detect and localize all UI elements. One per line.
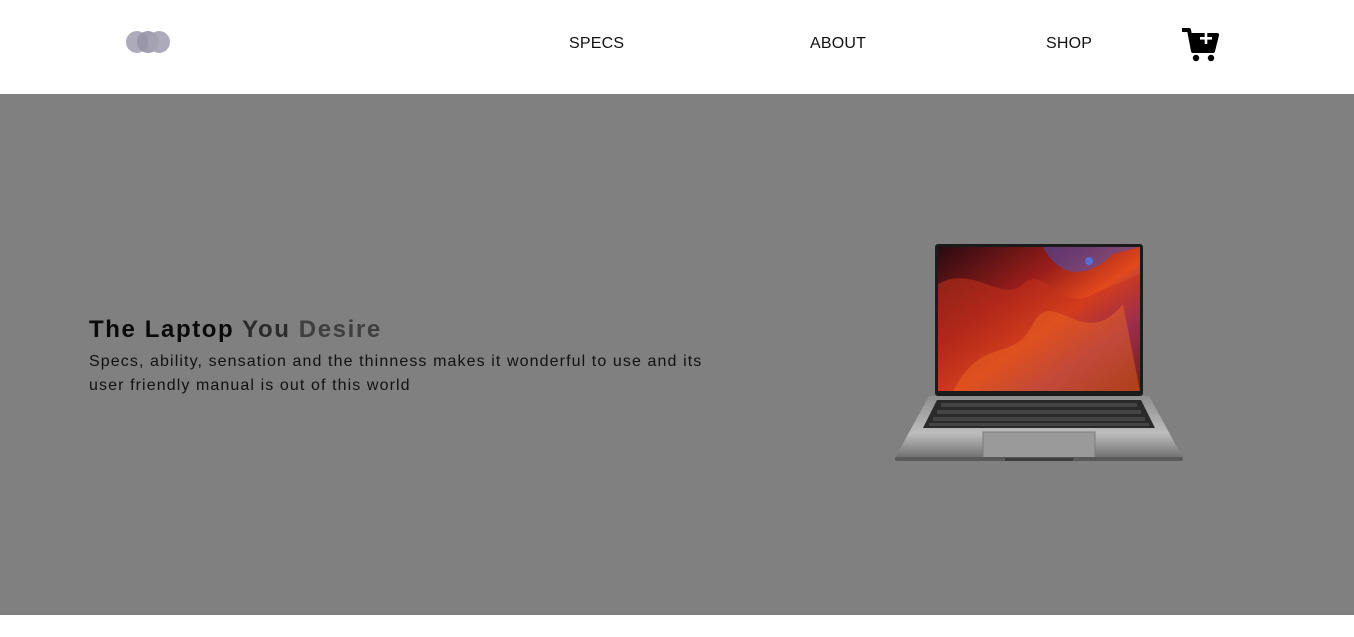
cart-icon[interactable] xyxy=(1181,27,1219,63)
logo[interactable] xyxy=(126,31,172,55)
laptop-image xyxy=(893,244,1185,464)
logo-circle xyxy=(148,31,170,53)
hero-title-part: The Laptop xyxy=(89,316,243,343)
hero-section: The Laptop You Desire Specs, ability, se… xyxy=(0,94,1354,615)
nav-link-shop[interactable]: SHOP xyxy=(1046,35,1092,53)
hero-title-part: Desire xyxy=(298,316,382,343)
nav-link-specs[interactable]: SPECS xyxy=(569,35,624,53)
hero-description: Specs, ability, sensation and the thinne… xyxy=(89,353,703,394)
top-navbar: SPECS ABOUT SHOP xyxy=(0,0,1354,94)
hero-title-part: You xyxy=(242,316,299,343)
hero-title: The Laptop You Desire xyxy=(89,316,382,344)
nav-link-about[interactable]: ABOUT xyxy=(810,35,866,53)
